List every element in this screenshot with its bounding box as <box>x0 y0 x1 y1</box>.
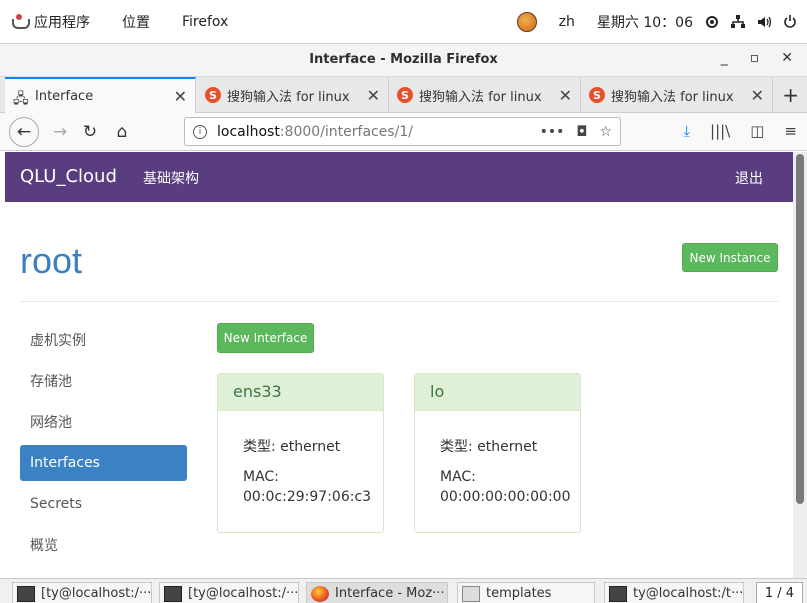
pocket-icon[interactable]: ◘ <box>576 124 587 140</box>
url-path: :8000/interfaces/1/ <box>279 123 413 140</box>
side-item-overview[interactable]: 概览 <box>20 527 187 563</box>
network-icon[interactable] <box>731 15 745 29</box>
tab-sogou-3[interactable]: S 搜狗输入法 for linux ✕ <box>581 77 773 113</box>
site-navbar: QLU_Cloud 基础架构 退出 <box>5 152 793 202</box>
bookmark-star-icon[interactable]: ☆ <box>599 124 612 140</box>
side-menu: 虚机实例 存储池 网络池 Interfaces Secrets 概览 <box>20 322 187 568</box>
interface-mac-label: MAC: <box>243 469 279 485</box>
folder-icon <box>462 585 480 602</box>
url-host: localhost <box>217 123 280 140</box>
page-scrollbar[interactable] <box>793 152 807 578</box>
close-tab-icon[interactable]: ✕ <box>367 86 380 105</box>
applications-icon <box>10 13 30 31</box>
active-app-menu[interactable]: Firefox <box>182 14 228 30</box>
sogou-icon: S <box>397 87 413 103</box>
tab-interface[interactable]: 🖧 Interface ✕ <box>5 77 196 113</box>
interface-mac: 00:00:00:00:00:00 <box>440 489 571 505</box>
clock[interactable]: 星期六 10：06 <box>597 12 693 32</box>
minimize-button[interactable]: _ <box>721 50 728 66</box>
window-list-taskbar: [ty@localhost:/··· [ty@localhost:/··· In… <box>0 578 807 603</box>
interface-card-ens33: ens33 类型: ethernet MAC: 00:0c:29:97:06:c… <box>217 373 384 533</box>
navigation-toolbar: ← → ↻ ⌂ i localhost:8000/interfaces/1/ •… <box>0 113 807 151</box>
workspace-pager[interactable]: 1 / 4 <box>755 582 803 603</box>
forward-button[interactable]: → <box>46 118 74 146</box>
reload-button[interactable]: ↻ <box>76 118 104 146</box>
web-page: QLU_Cloud 基础架构 退出 root New Instance 虚机实例… <box>5 152 793 578</box>
home-button[interactable]: ⌂ <box>108 118 136 146</box>
task-label: templates <box>486 586 552 601</box>
gnome-top-bar: 应用程序 位置 Firefox zh 星期六 10：06 <box>0 0 807 44</box>
divider <box>20 301 778 302</box>
close-window-button[interactable]: ✕ <box>781 50 793 66</box>
window-title: Interface - Mozilla Firefox <box>309 52 498 67</box>
page-actions-icon[interactable]: ••• <box>540 124 565 140</box>
sogou-icon: S <box>589 87 605 103</box>
interface-mac: 00:0c:29:97:06:c3 <box>243 489 372 505</box>
task-label: [ty@localhost:/··· <box>41 586 152 601</box>
new-instance-button[interactable]: New Instance <box>682 243 778 272</box>
logout-link[interactable]: 退出 <box>735 168 763 188</box>
side-item-interfaces[interactable]: Interfaces <box>20 445 187 481</box>
volume-icon[interactable] <box>757 15 771 29</box>
window-titlebar[interactable]: Interface - Mozilla Firefox _ ▫ ✕ <box>0 44 807 77</box>
interface-name[interactable]: ens33 <box>218 374 383 411</box>
tab-label: 搜狗输入法 for linux <box>611 89 734 105</box>
side-item-network-pools[interactable]: 网络池 <box>20 404 187 440</box>
terminal-icon <box>17 585 35 602</box>
terminal-icon <box>609 585 627 602</box>
side-item-instances[interactable]: 虚机实例 <box>20 322 187 358</box>
applications-menu[interactable]: 应用程序 <box>10 12 90 32</box>
close-tab-icon[interactable]: ✕ <box>559 86 572 105</box>
sidebar-toggle-icon[interactable]: ◫ <box>750 122 764 140</box>
places-label: 位置 <box>122 15 150 31</box>
tab-sogou-2[interactable]: S 搜狗输入法 for linux ✕ <box>389 77 581 113</box>
maximize-button[interactable]: ▫ <box>750 50 760 66</box>
interface-type: 类型: ethernet <box>440 439 538 455</box>
interface-mac-label: MAC: <box>440 469 476 485</box>
page-title: root <box>20 240 83 281</box>
power-icon[interactable] <box>783 15 797 29</box>
new-tab-button[interactable]: + <box>782 83 799 107</box>
tab-label: Interface <box>35 88 94 104</box>
active-app-label: Firefox <box>182 14 229 30</box>
favicon-icon: 🖧 <box>13 91 29 107</box>
task-label: [ty@localhost:/··· <box>188 586 299 601</box>
task-terminal-3[interactable]: ty@localhost:/t··· <box>604 582 744 603</box>
site-brand[interactable]: QLU_Cloud <box>20 166 117 187</box>
input-language[interactable]: zh <box>559 14 575 30</box>
task-terminal-2[interactable]: [ty@localhost:/··· <box>159 582 299 603</box>
close-tab-icon[interactable]: ✕ <box>751 86 764 105</box>
terminal-icon <box>164 585 182 602</box>
new-interface-button[interactable]: New Interface <box>217 323 314 353</box>
site-info-icon[interactable]: i <box>193 124 207 139</box>
tab-bar: 🖧 Interface ✕ S 搜狗输入法 for linux ✕ S 搜狗输入… <box>0 77 807 113</box>
weather-icon[interactable] <box>516 12 537 32</box>
interface-type: 类型: ethernet <box>243 439 341 455</box>
scrollbar-thumb[interactable] <box>796 154 804 504</box>
library-icon[interactable]: |||\ <box>710 122 730 140</box>
display-icon[interactable] <box>705 15 719 29</box>
tab-label: 搜狗输入法 for linux <box>419 89 542 105</box>
url-bar[interactable]: i localhost:8000/interfaces/1/ ••• ◘ ☆ <box>184 117 621 146</box>
menu-hamburger-icon[interactable]: ≡ <box>784 122 797 140</box>
task-terminal-1[interactable]: [ty@localhost:/··· <box>12 582 152 603</box>
firefox-icon <box>311 585 329 602</box>
task-firefox[interactable]: Interface - Moz··· <box>306 582 448 603</box>
downloads-icon[interactable]: ⤓ <box>683 122 690 140</box>
task-label: Interface - Moz··· <box>335 586 445 601</box>
back-button[interactable]: ← <box>9 117 39 147</box>
side-item-storage-pools[interactable]: 存储池 <box>20 363 187 399</box>
side-item-secrets[interactable]: Secrets <box>20 486 187 522</box>
tab-sogou-1[interactable]: S 搜狗输入法 for linux ✕ <box>197 77 389 113</box>
nav-infrastructure-link[interactable]: 基础架构 <box>143 168 199 188</box>
interface-card-lo: lo 类型: ethernet MAC: 00:00:00:00:00:00 <box>414 373 581 533</box>
close-tab-icon[interactable]: ✕ <box>174 87 187 106</box>
places-menu[interactable]: 位置 <box>122 12 150 32</box>
task-templates[interactable]: templates <box>457 582 595 603</box>
applications-label: 应用程序 <box>34 15 90 31</box>
interface-name[interactable]: lo <box>415 374 580 411</box>
task-label: ty@localhost:/t··· <box>633 586 744 601</box>
sogou-icon: S <box>205 87 221 103</box>
tab-label: 搜狗输入法 for linux <box>227 89 350 105</box>
